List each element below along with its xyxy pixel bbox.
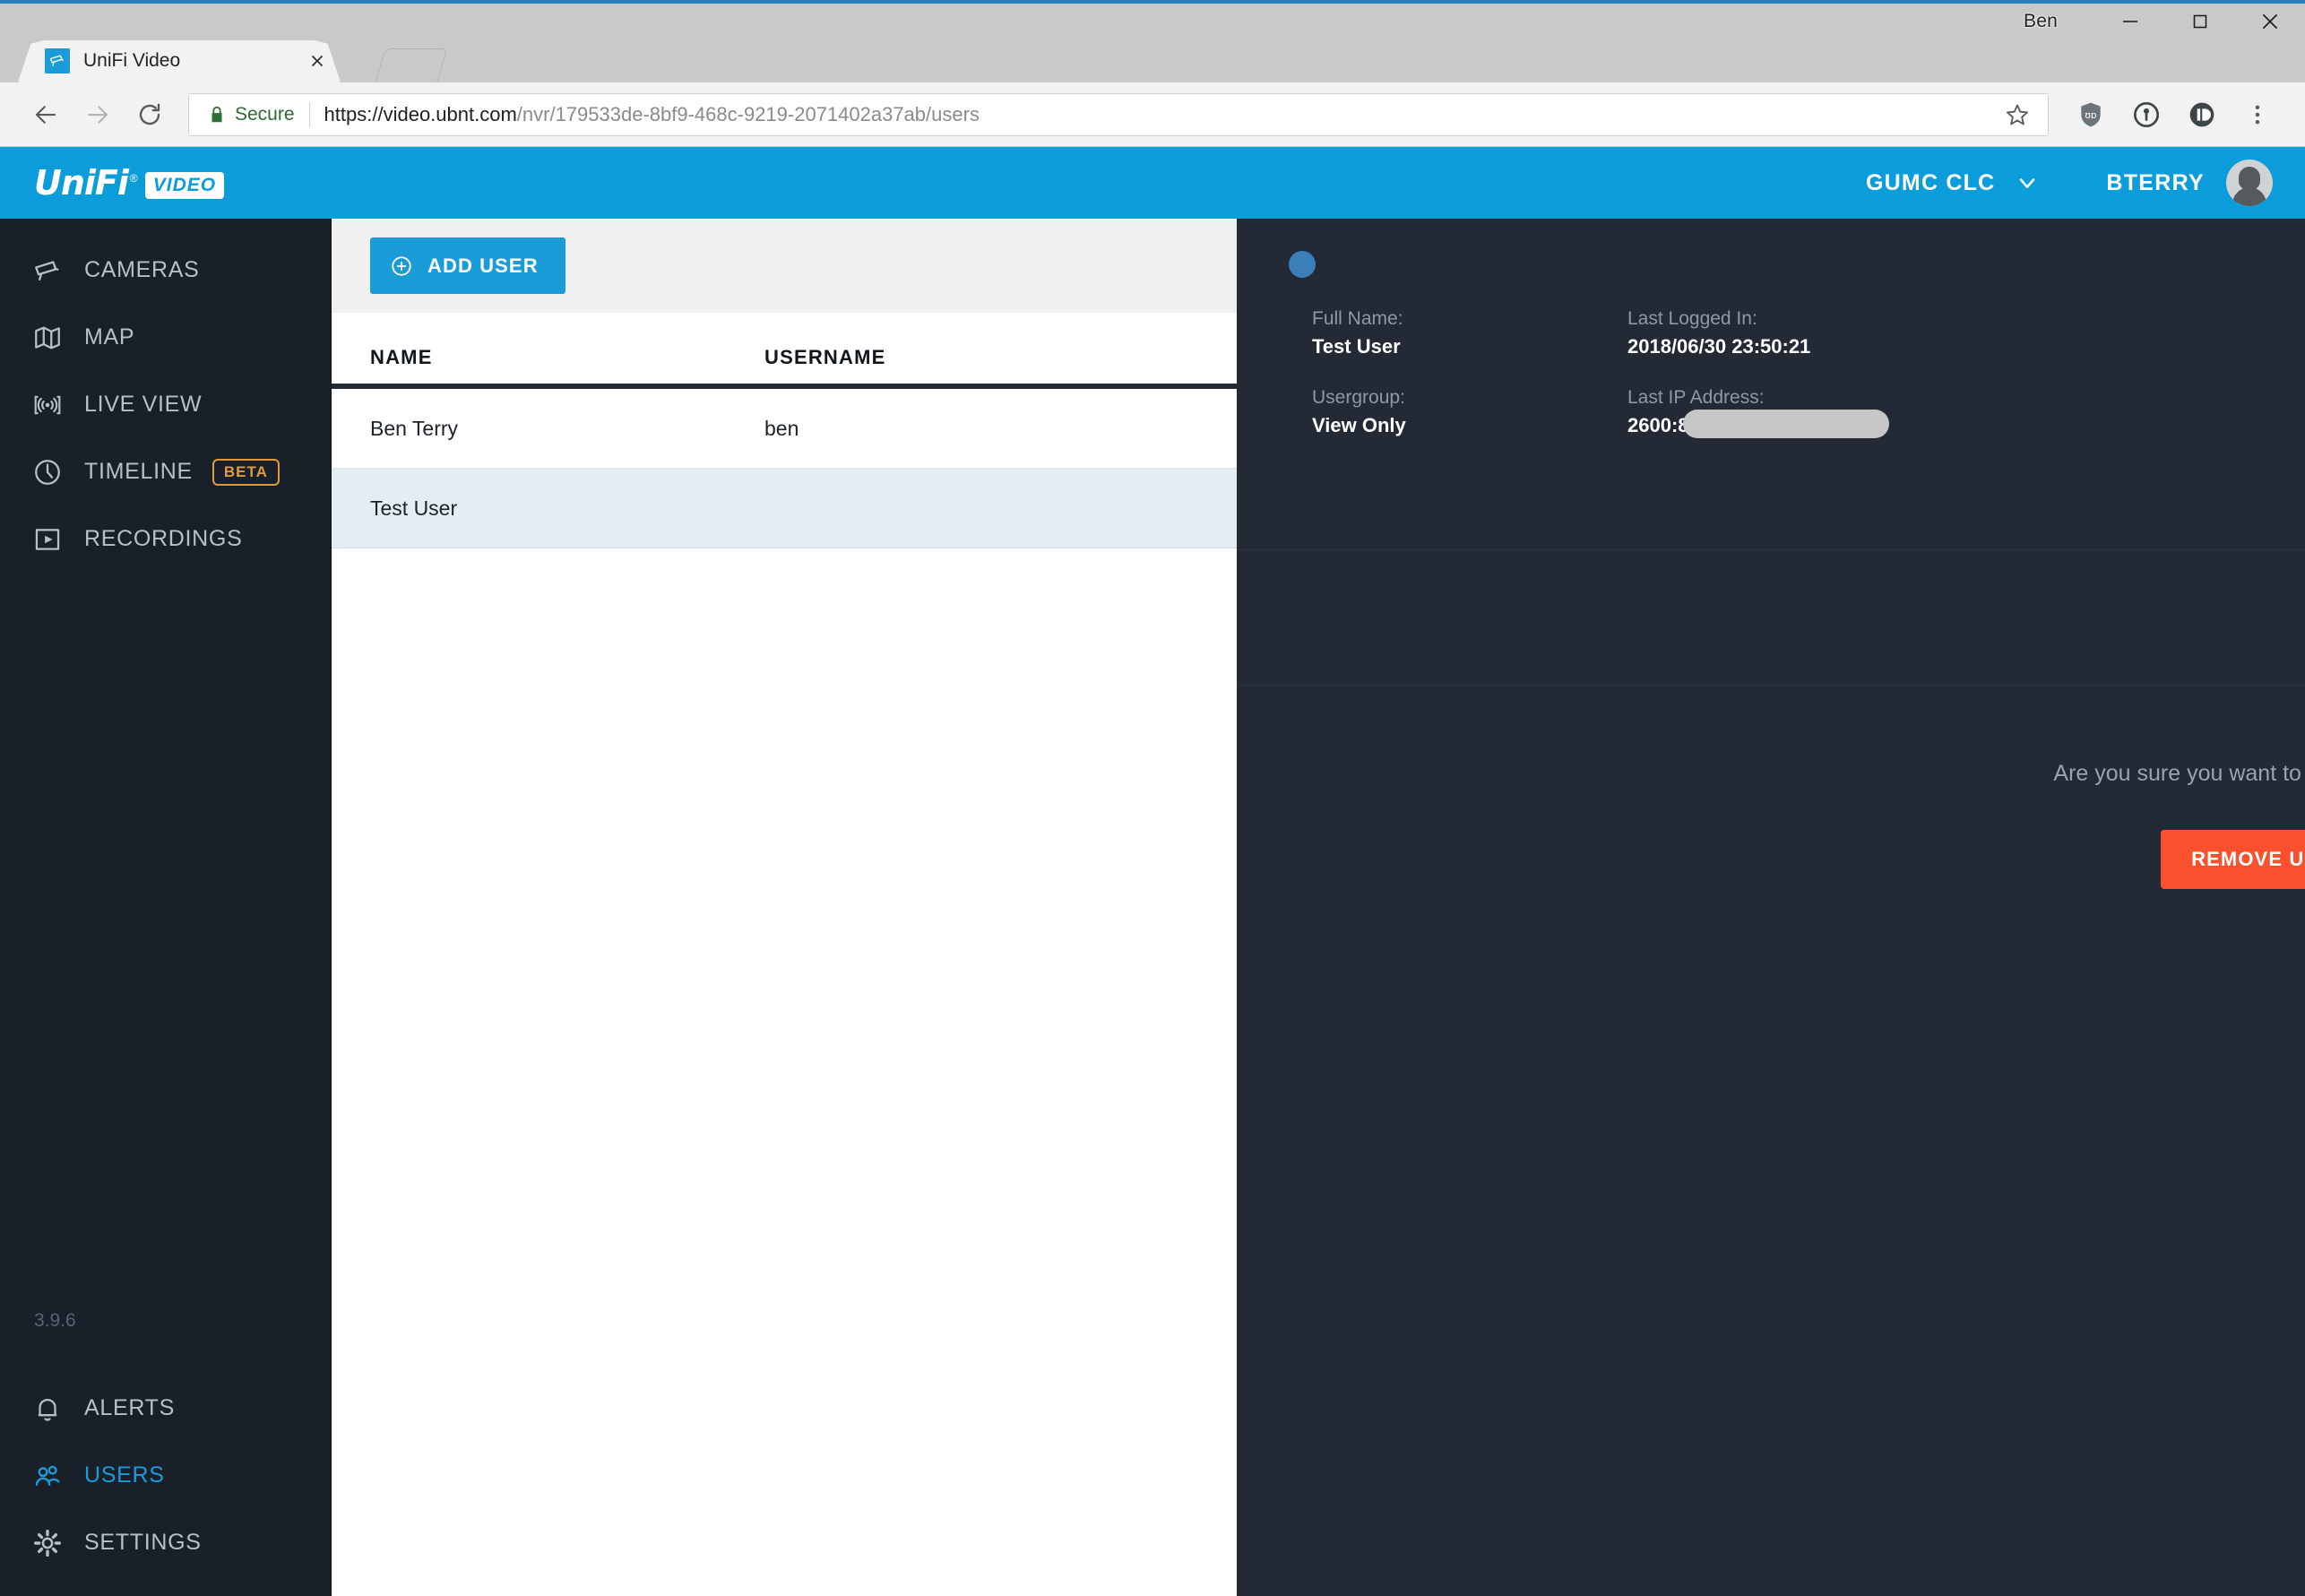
ublock-origin-icon[interactable]: ʊɒ — [2063, 89, 2119, 141]
address-bar[interactable]: Secure https://video.ubnt.com/nvr/179533… — [188, 92, 2049, 136]
sidebar-label: CAMERAS — [84, 257, 200, 282]
add-user-button[interactable]: ADD USER — [370, 237, 565, 294]
profile-name[interactable]: Ben — [2024, 11, 2058, 32]
field-label-last-ip: Last IP Address: — [1627, 387, 1765, 408]
lock-icon — [207, 105, 227, 125]
user-detail-panel: Full Name: Test User Usergroup: View Onl… — [1237, 219, 2305, 1596]
chrome-menu-icon[interactable] — [2230, 89, 2285, 141]
play-box-icon — [32, 524, 79, 555]
sidebar-item-timeline[interactable]: TIMELINE BETA — [0, 438, 331, 505]
user-fields: Full Name: Test User Usergroup: View Onl… — [1312, 308, 1943, 466]
back-arrow-icon[interactable] — [20, 89, 72, 141]
field-label-full-name: Full Name: — [1312, 308, 1403, 329]
field-value-full-name: Test User — [1312, 335, 1401, 358]
sidebar-item-live-view[interactable]: LIVE VIEW — [0, 371, 331, 438]
user-detail-header: Full Name: Test User Usergroup: View Onl… — [1237, 219, 2305, 550]
url-path: /nvr/179533de-8bf9-468c-9219-2071402a37a… — [516, 102, 980, 125]
url-text: https://video.ubnt.com/nvr/179533de-8bf9… — [324, 103, 980, 126]
logo-registered: ® — [129, 172, 138, 185]
cell-name: Test User — [370, 496, 458, 520]
delete-confirmation: Are you sure you want to remove this use… — [1237, 686, 2305, 889]
star-icon[interactable] — [2005, 102, 2037, 127]
maximize-button[interactable] — [2165, 4, 2235, 39]
logo-word: UniFi — [34, 163, 129, 203]
cell-username: ben — [764, 416, 799, 440]
sidebar-item-settings[interactable]: SETTINGS — [0, 1509, 331, 1576]
svg-text:ʊɒ: ʊɒ — [2085, 109, 2097, 121]
users-list-toolbar: ADD USER — [332, 219, 1237, 313]
sidebar-label: RECORDINGS — [84, 526, 243, 551]
avatar[interactable] — [2226, 160, 2273, 206]
close-window-button[interactable] — [2235, 4, 2305, 39]
cctv-camera-icon — [32, 255, 79, 286]
site-name: GUMC CLC — [1866, 169, 1996, 195]
reload-icon[interactable] — [124, 89, 176, 141]
sidebar-label: MAP — [84, 324, 135, 349]
new-tab-button[interactable] — [375, 48, 448, 82]
tab-strip: UniFi Video — [0, 36, 2305, 82]
online-status-dot — [1289, 251, 1316, 278]
site-selector[interactable]: GUMC CLC — [1866, 170, 2040, 196]
remove-user-button[interactable]: REMOVE USER — [2161, 830, 2305, 889]
sidebar-item-cameras[interactable]: CAMERAS — [0, 237, 331, 304]
forward-arrow-icon — [72, 89, 124, 141]
sidebar-item-users[interactable]: USERS — [0, 1442, 331, 1509]
sidebar-item-map[interactable]: MAP — [0, 304, 331, 371]
chevron-down-icon — [2015, 170, 2040, 195]
field-value-usergroup: View Only — [1312, 414, 1406, 436]
sidebar-primary-nav: CAMERAS MAP LIVE VIEW TIMELINE BETA RECO… — [0, 219, 331, 573]
tab-close-icon[interactable] — [299, 43, 335, 79]
sidebar-secondary-nav: ALERTS USERS SETTINGS — [0, 1375, 331, 1596]
browser-window: Ben UniFi Video Secure https://video.ubn… — [0, 0, 2305, 1596]
field-value-last-logged-in: 2018/06/30 23:50:21 — [1627, 335, 1811, 358]
confirmation-question: Are you sure you want to remove this use… — [2053, 761, 2305, 786]
live-broadcast-icon — [32, 390, 79, 420]
url-origin: https://video.ubnt.com — [324, 102, 517, 125]
app-version: 3.9.6 — [34, 1310, 76, 1331]
browser-tab[interactable]: UniFi Video — [18, 39, 341, 82]
field-label-usergroup: Usergroup: — [1312, 387, 1405, 408]
sidebar-label: SETTINGS — [84, 1530, 202, 1555]
column-header-username: USERNAME — [764, 346, 886, 368]
sidebar-item-alerts[interactable]: ALERTS — [0, 1375, 331, 1442]
map-icon — [32, 323, 79, 353]
unifi-camera-favicon — [45, 48, 70, 73]
sidebar-label: LIVE VIEW — [84, 392, 203, 417]
redaction-mark — [1683, 410, 1889, 438]
logo-badge: VIDEO — [144, 172, 225, 199]
users-table-header: NAME USERNAME — [332, 313, 1237, 389]
add-user-label: ADD USER — [427, 254, 539, 277]
unifi-video-logo: UniFi ® VIDEO — [34, 163, 225, 203]
users-icon — [32, 1461, 79, 1491]
omnibox-divider — [308, 101, 310, 127]
cell-name: Ben Terry — [370, 416, 459, 440]
minimize-button[interactable] — [2095, 4, 2165, 39]
sidebar-label: ALERTS — [84, 1395, 176, 1420]
users-list-panel: ADD USER NAME USERNAME Ben Terry ben Tes… — [332, 219, 1237, 1596]
gear-icon — [32, 1528, 79, 1558]
unifi-video-app: UniFi ® VIDEO GUMC CLC BTERRY CAMERAS MA… — [0, 147, 2305, 1596]
current-user-name[interactable]: BTERRY — [2106, 170, 2205, 196]
app-header: UniFi ® VIDEO GUMC CLC BTERRY — [0, 147, 2305, 219]
pushbullet-icon[interactable] — [2174, 89, 2230, 141]
table-row[interactable]: Test User — [332, 469, 1237, 548]
plus-circle-icon — [390, 254, 413, 278]
table-row[interactable]: Ben Terry ben — [332, 389, 1237, 469]
clock-icon — [32, 457, 79, 487]
onepassword-icon[interactable] — [2119, 89, 2174, 141]
sidebar-label: TIMELINE — [84, 459, 193, 484]
browser-toolbar: Secure https://video.ubnt.com/nvr/179533… — [0, 82, 2305, 147]
security-label: Secure — [235, 103, 295, 125]
title-bar: Ben — [0, 0, 2305, 36]
sidebar: CAMERAS MAP LIVE VIEW TIMELINE BETA RECO… — [0, 219, 332, 1596]
detail-tabs: ACCOUNT API ACCESS ALERTS — [1237, 550, 2305, 685]
field-value-last-ip: 2600:8807 — [1627, 410, 1889, 438]
field-label-last-logged-in: Last Logged In: — [1627, 308, 1757, 329]
bell-icon — [32, 1393, 79, 1424]
tab-title: UniFi Video — [83, 50, 181, 71]
beta-badge: BETA — [212, 458, 280, 486]
column-header-name: NAME — [370, 346, 433, 368]
sidebar-label: USERS — [84, 1462, 165, 1488]
sidebar-item-recordings[interactable]: RECORDINGS — [0, 505, 331, 573]
